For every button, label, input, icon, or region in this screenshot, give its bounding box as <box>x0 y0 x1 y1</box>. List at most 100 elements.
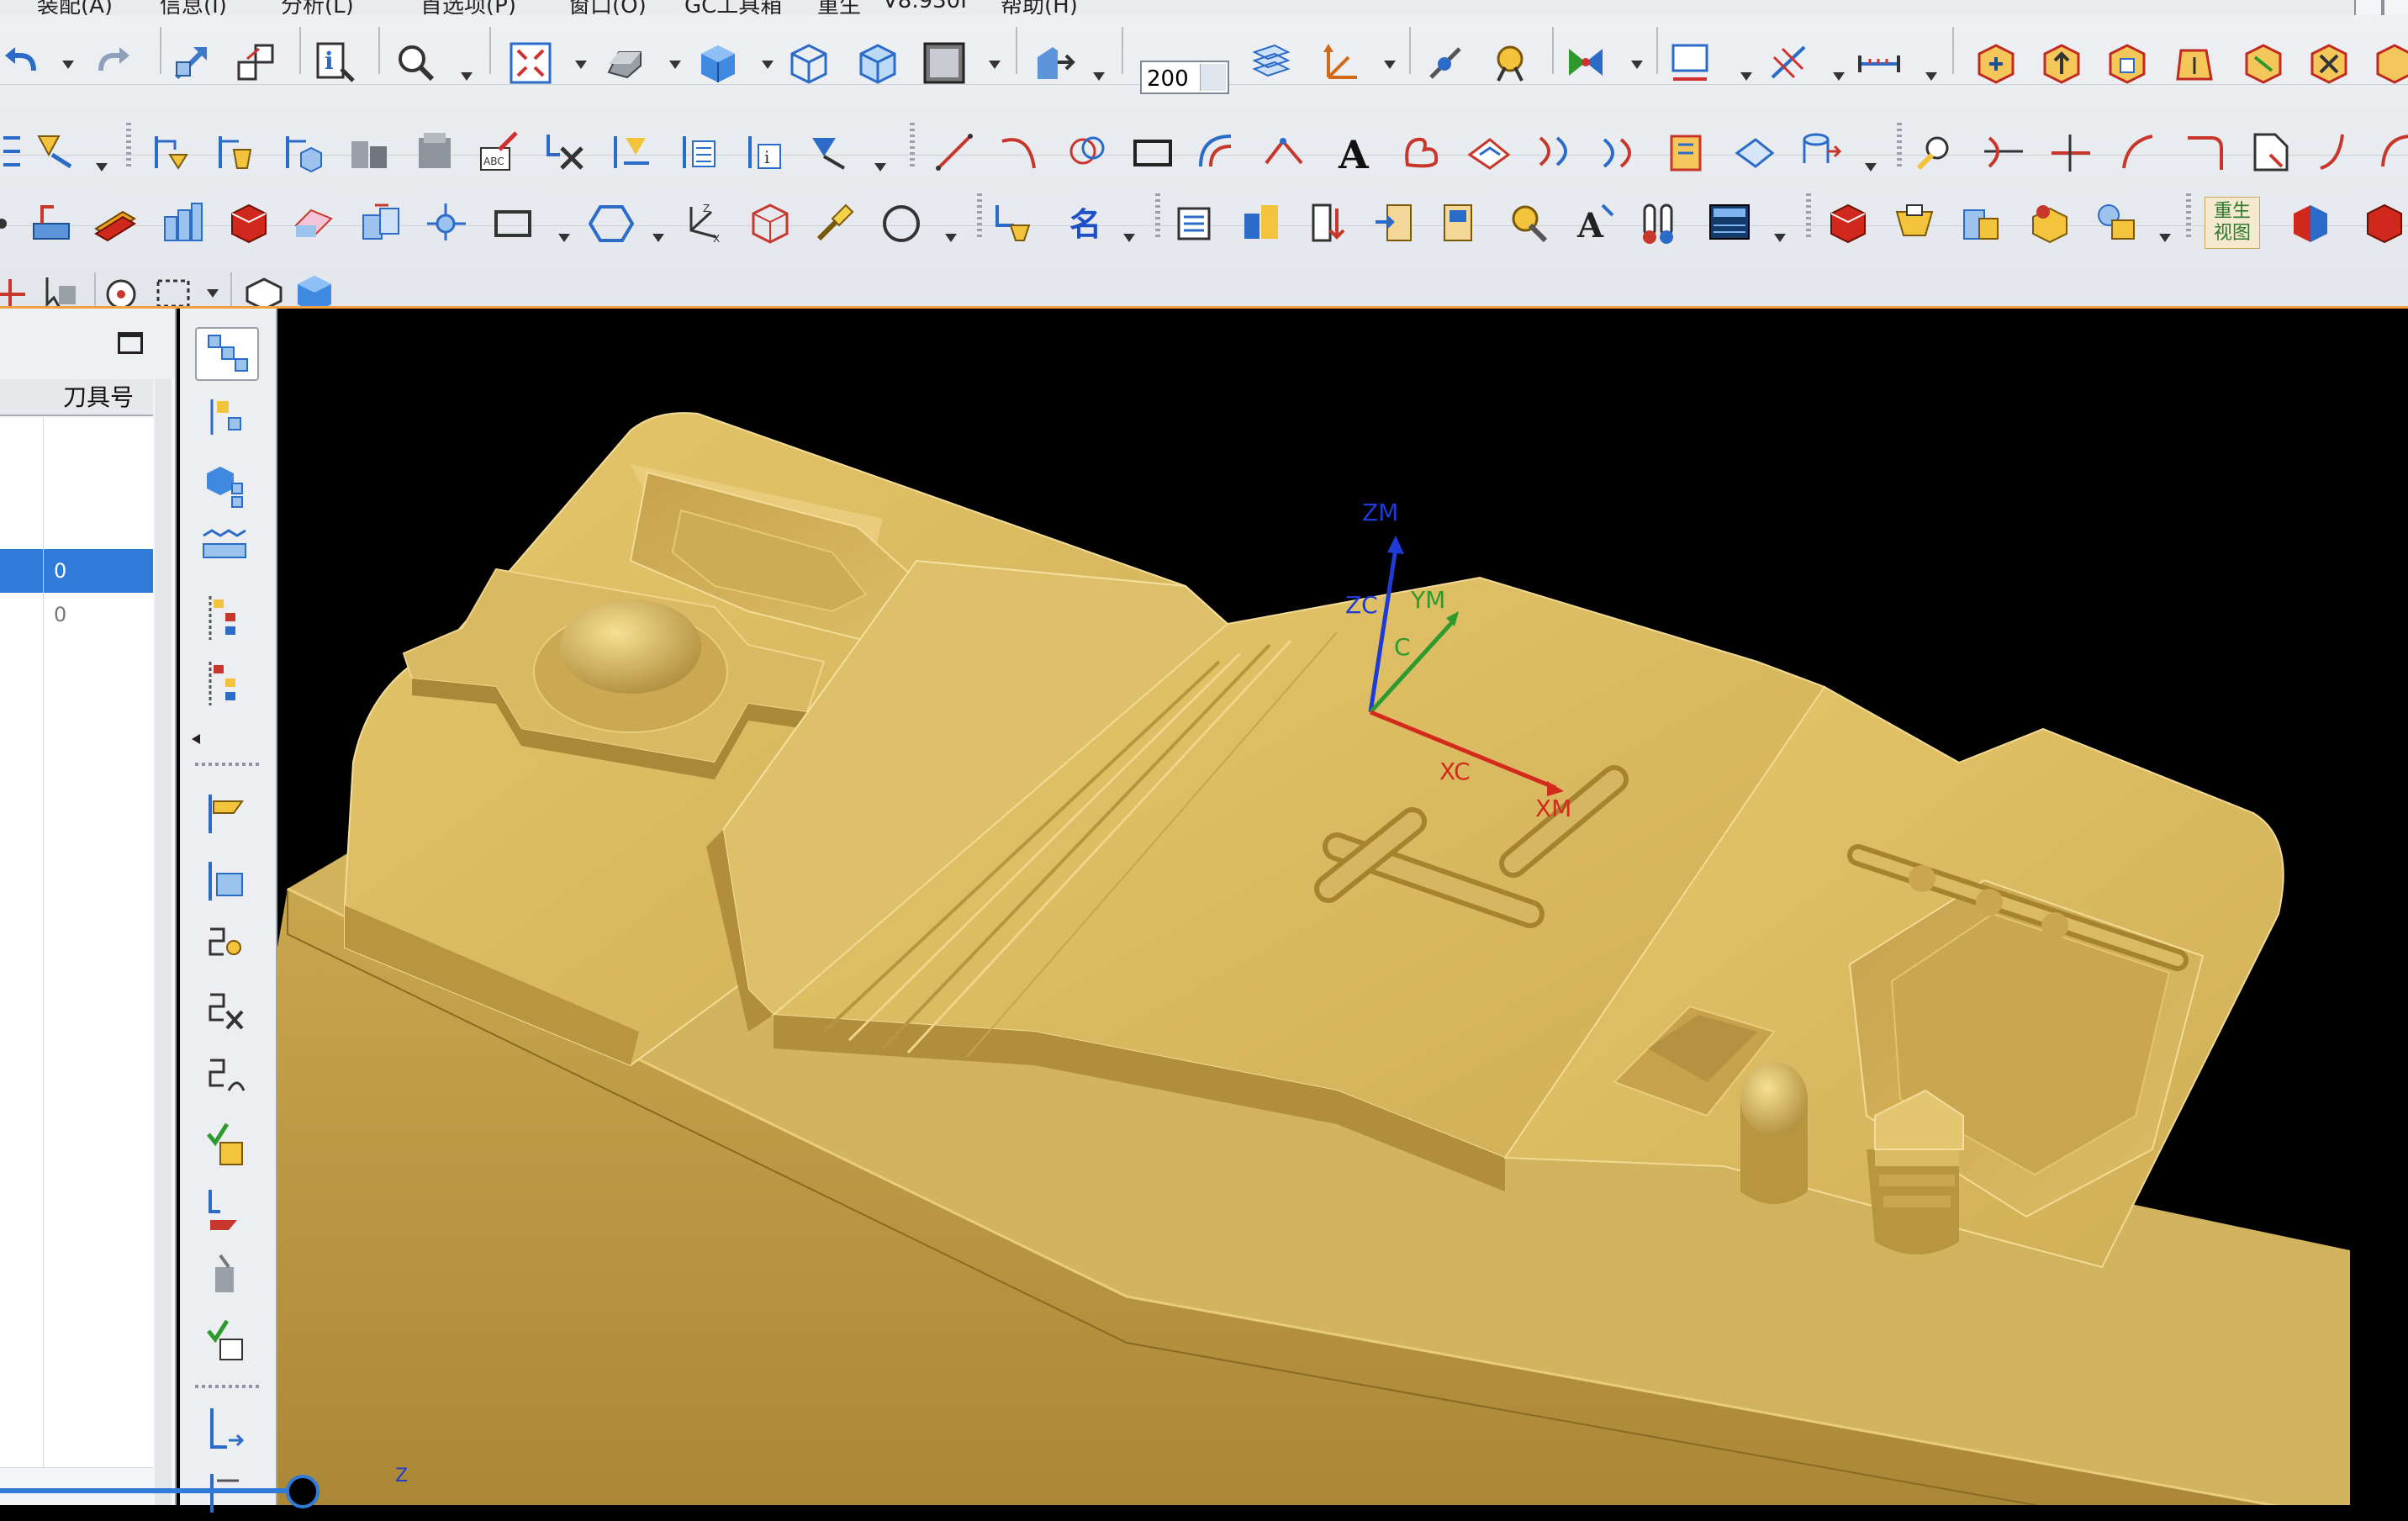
row-tool-number-cell[interactable] <box>44 418 153 462</box>
row-tool-number-cell[interactable] <box>44 1205 153 1249</box>
partial-icon[interactable] <box>0 200 22 246</box>
toolbar-grip[interactable] <box>977 193 982 240</box>
import-part-icon[interactable] <box>1372 200 1418 246</box>
paint-brush-icon[interactable] <box>812 200 858 246</box>
machine-tool-view-panel-icon[interactable] <box>195 657 259 710</box>
redo-icon[interactable] <box>89 40 135 86</box>
row-tool-number-cell[interactable] <box>44 943 153 986</box>
pattern-component-icon[interactable] <box>160 200 205 246</box>
measure-icon[interactable] <box>1668 40 1714 86</box>
datum-csys-icon[interactable] <box>424 200 469 246</box>
boolean-icon[interactable] <box>358 200 404 246</box>
row-name-cell[interactable] <box>0 1030 44 1074</box>
wireframe-cube-icon[interactable] <box>785 40 831 86</box>
cavity-icon[interactable] <box>1892 200 1937 246</box>
move-object-icon[interactable] <box>168 40 214 86</box>
menu-window[interactable]: 窗口(O) <box>568 0 647 15</box>
table-row[interactable] <box>0 768 153 812</box>
table-row[interactable] <box>0 1117 153 1162</box>
shaded-view-icon[interactable] <box>602 40 647 86</box>
polygon-icon[interactable] <box>589 200 634 246</box>
row-name-cell[interactable] <box>0 768 44 811</box>
resize-face-icon[interactable] <box>2240 40 2285 86</box>
sketch-rectangle-icon[interactable] <box>491 200 536 246</box>
menu-help[interactable]: 帮助(H) <box>1001 0 1078 15</box>
layer-settings-icon[interactable] <box>1248 40 1293 86</box>
menu-preferences[interactable]: 首选项(P) <box>420 0 516 15</box>
table-row[interactable] <box>0 505 153 550</box>
chevron-down-icon[interactable] <box>945 234 957 242</box>
table-row[interactable] <box>0 1336 153 1381</box>
name-tool-icon[interactable]: 名 <box>1066 200 1112 246</box>
part-navigator-icon[interactable] <box>1172 200 1217 246</box>
block-feature-icon[interactable] <box>225 200 271 246</box>
row-name-cell[interactable] <box>0 1249 44 1292</box>
table-row[interactable] <box>0 418 153 462</box>
collapse-arrow-icon[interactable] <box>192 734 200 744</box>
chevron-down-icon[interactable] <box>652 234 664 242</box>
snap-icon[interactable] <box>1488 40 1534 86</box>
layer-filter-icon[interactable] <box>1307 200 1352 246</box>
measure-distance-icon[interactable] <box>1766 40 1811 86</box>
chevron-down-icon[interactable] <box>1774 234 1786 242</box>
chevron-down-icon[interactable] <box>207 289 219 298</box>
point-tool-icon[interactable] <box>1423 40 1468 86</box>
table-row[interactable]: 0 <box>0 593 153 637</box>
table-row[interactable] <box>0 1161 153 1206</box>
shop-docs-icon[interactable] <box>195 1249 259 1302</box>
row-name-cell[interactable] <box>0 505 44 549</box>
reference-set-icon[interactable] <box>1239 200 1285 246</box>
chevron-down-icon[interactable] <box>1833 72 1845 81</box>
navigator-scrollbar[interactable] <box>155 379 172 1505</box>
electrode-icon[interactable] <box>1959 200 2004 246</box>
table-row[interactable] <box>0 680 153 725</box>
chevron-down-icon[interactable] <box>1740 72 1752 81</box>
row-name-cell[interactable] <box>0 1380 44 1423</box>
export-part-icon[interactable] <box>1438 200 1483 246</box>
maximize-icon[interactable] <box>118 332 143 354</box>
chamfer-icon[interactable] <box>291 200 336 246</box>
row-tool-number-cell[interactable] <box>44 1249 153 1292</box>
table-row[interactable]: 0 <box>0 549 153 594</box>
table-row[interactable] <box>0 811 153 856</box>
row-tool-number-cell[interactable] <box>44 855 153 899</box>
red-block-icon[interactable] <box>2361 200 2406 246</box>
chevron-down-icon[interactable] <box>1631 61 1643 69</box>
row-tool-number-cell[interactable] <box>44 724 153 768</box>
chevron-down-icon[interactable] <box>1093 72 1105 81</box>
row-tool-number-cell[interactable] <box>44 1292 153 1336</box>
background-icon[interactable] <box>921 40 967 86</box>
table-row[interactable] <box>0 986 153 1031</box>
output-cls-icon[interactable] <box>195 1402 259 1455</box>
chevron-down-icon[interactable] <box>669 61 681 69</box>
draft-face-icon[interactable] <box>2173 40 2218 86</box>
simulate-machine-icon[interactable] <box>195 1183 259 1237</box>
window-minimize-button[interactable] <box>2354 0 2383 15</box>
table-row[interactable] <box>0 1423 153 1468</box>
create-operation-panel-icon[interactable] <box>195 788 259 842</box>
mold-tools-icon[interactable] <box>2026 200 2072 246</box>
regenerate-view-button[interactable]: 重生 视图 <box>2205 197 2260 249</box>
table-row[interactable] <box>0 899 153 943</box>
ruler-icon[interactable] <box>1856 40 1902 86</box>
chevron-down-icon[interactable] <box>1384 61 1396 69</box>
wcs-orient-icon[interactable]: ZX <box>679 200 725 246</box>
table-row[interactable] <box>0 1249 153 1293</box>
table-row[interactable] <box>0 1030 153 1075</box>
row-tool-number-cell[interactable]: 0 <box>44 549 153 593</box>
program-order-view-icon[interactable] <box>195 591 259 645</box>
chevron-down-icon[interactable] <box>989 61 1001 69</box>
output-list-icon[interactable] <box>195 1467 259 1521</box>
reuse-library-icon[interactable] <box>195 524 259 578</box>
chevron-down-icon[interactable] <box>461 72 473 81</box>
table-row[interactable] <box>0 943 153 987</box>
row-tool-number-cell[interactable] <box>44 1380 153 1423</box>
row-name-cell[interactable] <box>0 593 44 636</box>
table-row[interactable] <box>0 1292 153 1337</box>
zoom-icon[interactable] <box>392 40 437 86</box>
menu-regen[interactable]: 重生 <box>817 0 861 15</box>
row-tool-number-cell[interactable] <box>44 1030 153 1074</box>
mold-wizard-icon[interactable] <box>2094 200 2139 246</box>
property-tool-icon[interactable] <box>992 200 1038 246</box>
row-tool-number-cell[interactable] <box>44 1161 153 1205</box>
